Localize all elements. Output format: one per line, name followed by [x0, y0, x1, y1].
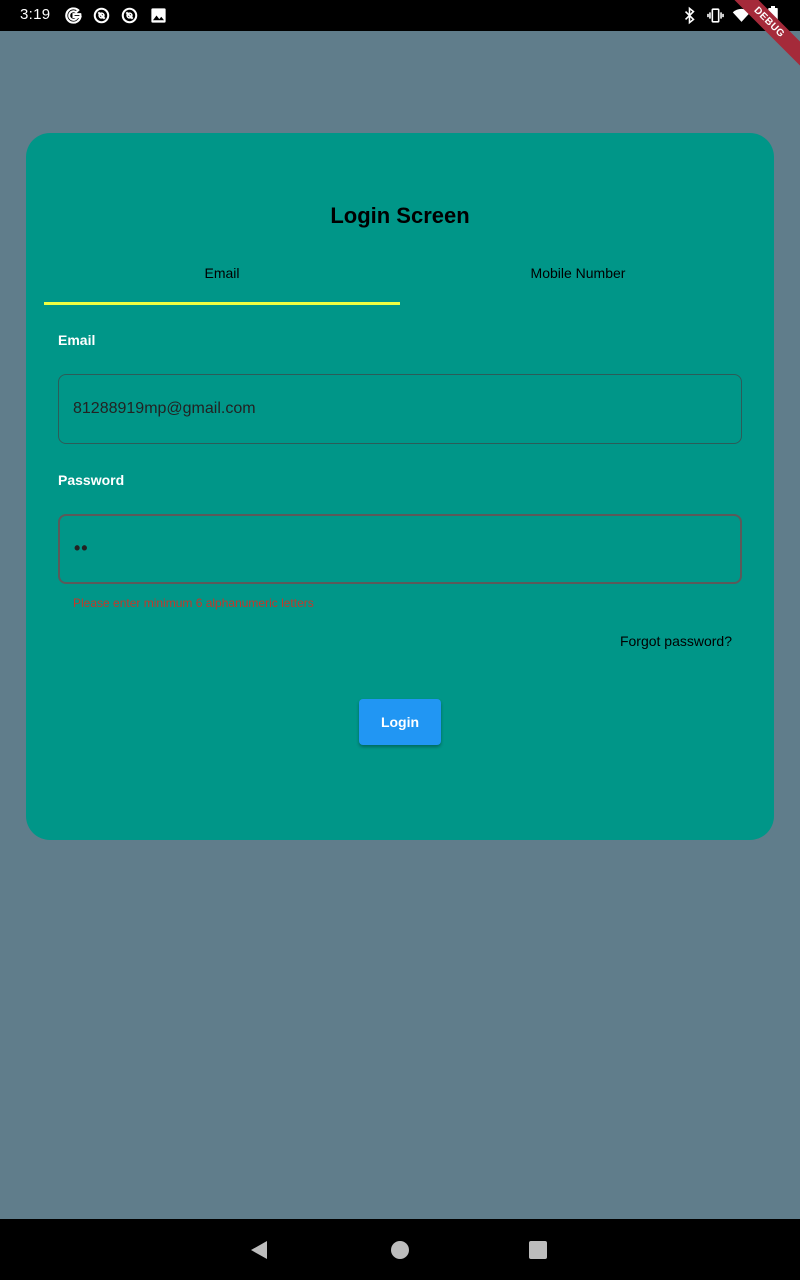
status-bar: 3:19 DEBUG	[0, 0, 800, 75]
image-icon	[149, 6, 168, 25]
password-label: Password	[58, 472, 125, 488]
tab-email[interactable]: Email	[44, 251, 400, 305]
password-error-text: Please enter minimum 6 alphanumeric lett…	[73, 596, 314, 610]
vpn-icon	[120, 6, 139, 25]
bluetooth-icon	[680, 6, 699, 25]
email-label: Email	[58, 332, 96, 348]
login-card: Login Screen Email Mobile Number Email 8…	[26, 133, 774, 840]
page-title: Login Screen	[330, 203, 470, 228]
vpn-icon	[92, 6, 111, 25]
email-field[interactable]: 81288919mp@gmail.com	[58, 374, 742, 444]
tab-mobile-number[interactable]: Mobile Number	[400, 251, 756, 305]
status-time: 3:19	[20, 6, 51, 23]
navigation-bar	[0, 1219, 800, 1280]
forgot-password-link[interactable]: Forgot password?	[620, 633, 732, 649]
password-field[interactable]: ••	[58, 514, 742, 584]
home-icon[interactable]	[389, 1239, 411, 1261]
login-button[interactable]: Login	[359, 699, 441, 745]
google-icon	[64, 6, 83, 25]
back-icon[interactable]	[248, 1239, 270, 1261]
debug-banner: DEBUG	[717, 0, 800, 75]
vibrate-icon	[706, 6, 725, 25]
login-method-tabs: Email Mobile Number	[44, 251, 756, 305]
tab-indicator	[44, 302, 400, 305]
recents-icon[interactable]	[527, 1239, 549, 1261]
